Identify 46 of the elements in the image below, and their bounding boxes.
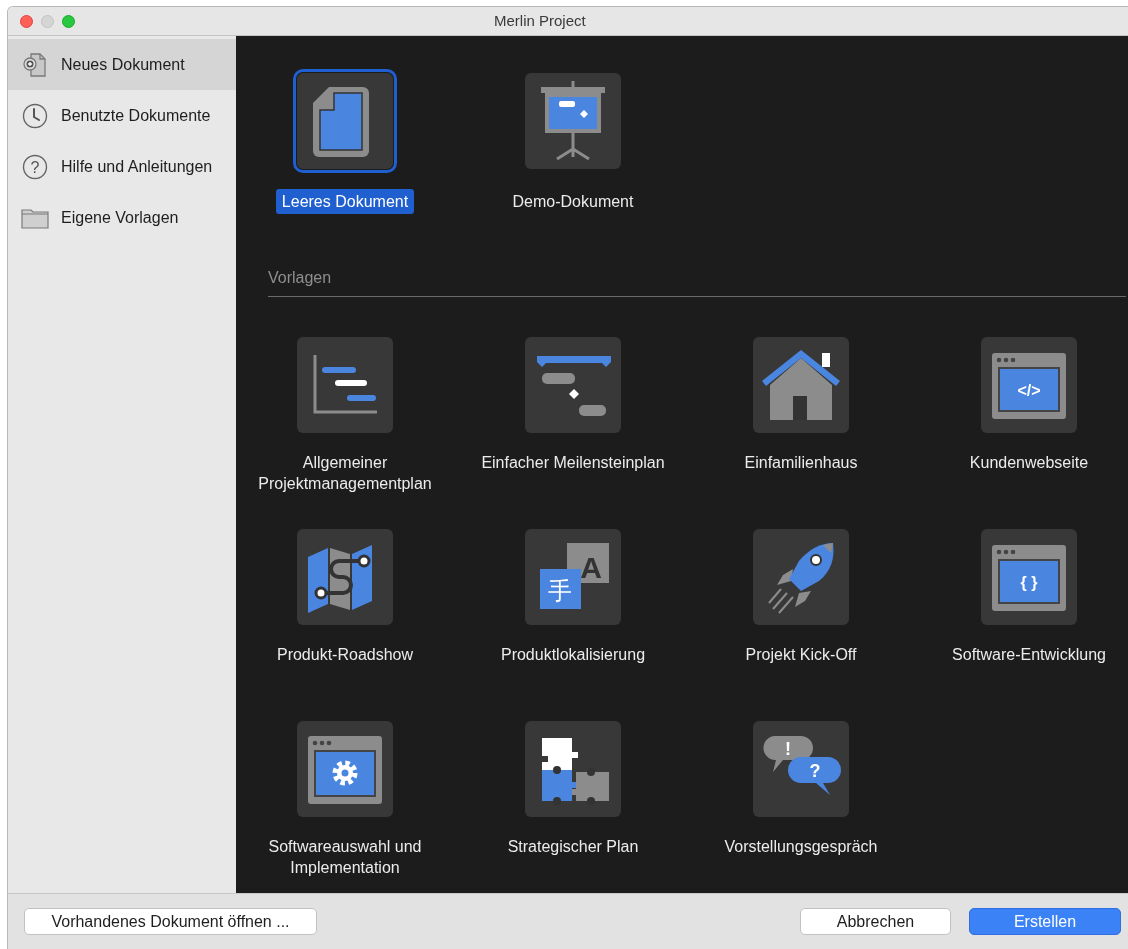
template-label: Leeres Dokument (275, 189, 415, 214)
open-document-button[interactable]: Vorhandenes Dokument öffnen ... (24, 908, 317, 935)
template-tile[interactable]: { } (981, 529, 1077, 625)
help-icon: ? (22, 153, 48, 180)
template-label: Kundenwebseite (968, 453, 1090, 473)
template-tile[interactable] (525, 721, 621, 817)
template-tile[interactable]: A 手 (525, 529, 621, 625)
icon-glyph: 手 (548, 577, 572, 604)
document-add-icon (22, 51, 48, 78)
template-tile[interactable] (297, 529, 393, 625)
template-label: Projekt Kick-Off (744, 645, 858, 665)
icon-glyph: A (580, 551, 602, 584)
icon-glyph: ! (785, 739, 791, 759)
close-button[interactable] (20, 14, 33, 28)
folder-icon (21, 206, 49, 229)
template-label: Strategischer Plan (506, 837, 640, 857)
icon-glyph: { } (1020, 574, 1038, 591)
template-label: Einfamilienhaus (743, 453, 859, 473)
create-button[interactable]: Erstellen (969, 908, 1121, 935)
cancel-button[interactable]: Abbrechen (800, 908, 951, 935)
template-tile[interactable]: ! ? (753, 721, 849, 817)
template-tile[interactable] (297, 721, 393, 817)
window-title: Merlin Project (494, 10, 586, 31)
icon-glyph: ? (809, 761, 821, 781)
section-heading: Vorlagen (268, 269, 332, 286)
template-label: Software-Entwicklung (951, 645, 1107, 665)
template-tile[interactable] (525, 337, 621, 433)
sidebar-item[interactable]: Neues Dokument (8, 39, 236, 90)
sidebar-item[interactable]: ? Hilfe und Anleitungen (8, 141, 236, 192)
zoom-button[interactable] (62, 14, 75, 28)
template-label: Softwareauswahl und Implementation (267, 837, 423, 878)
template-label: Einfacher Meilensteinplan (480, 453, 666, 473)
template-tile[interactable]: </> (981, 337, 1077, 433)
template-tile[interactable] (753, 337, 849, 433)
icon-glyph: </> (1017, 382, 1041, 399)
template-tile[interactable] (753, 529, 849, 625)
template-label: Produktlokalisierung (499, 645, 647, 665)
template-label: Allgemeiner Projektmanagementplan (257, 453, 433, 494)
template-label: Demo-Dokument (511, 192, 635, 212)
template-label: Vorstellungsgespräch (723, 837, 879, 857)
template-tile[interactable] (525, 73, 621, 169)
clock-icon (22, 102, 48, 129)
template-label: Produkt-Roadshow (275, 645, 415, 665)
sidebar-item[interactable]: Eigene Vorlagen (8, 192, 236, 243)
template-tile[interactable] (297, 337, 393, 433)
sidebar-item[interactable]: Benutzte Dokumente (8, 90, 236, 141)
